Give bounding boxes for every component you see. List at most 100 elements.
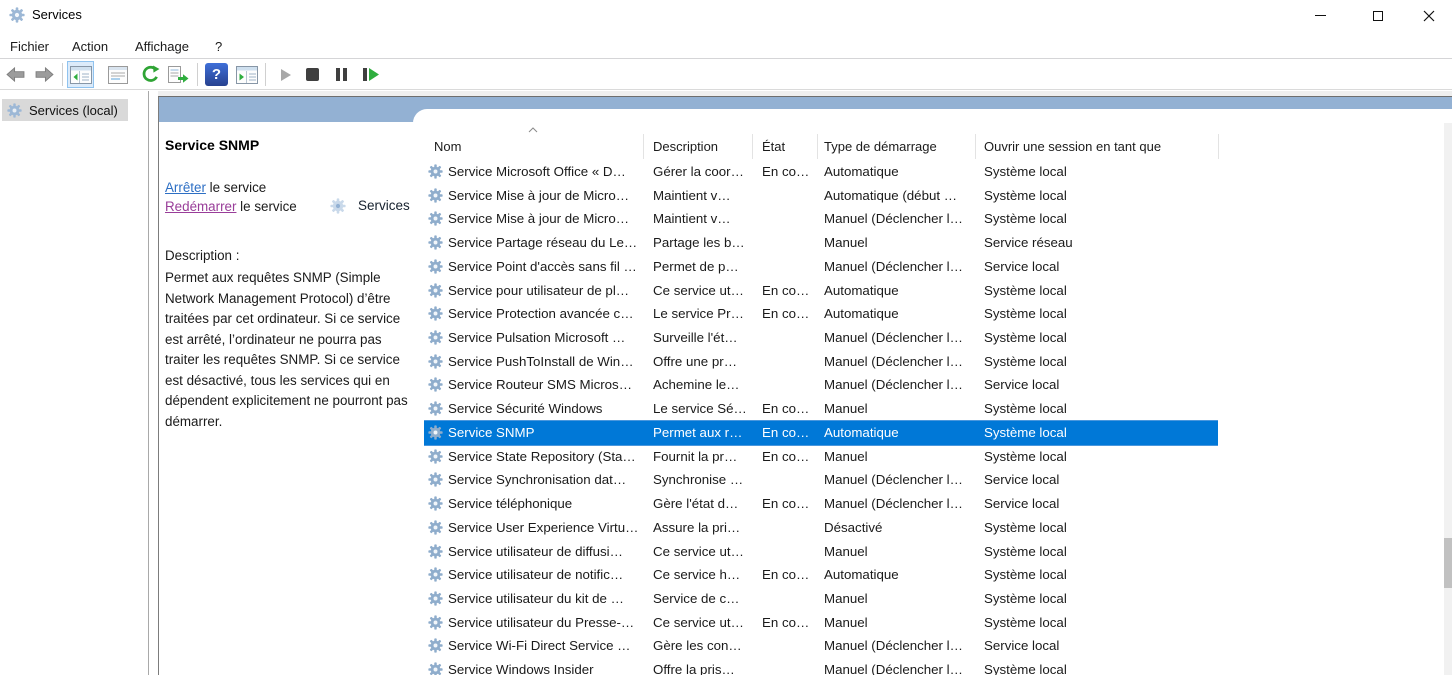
description-label: Description : [165,248,239,263]
table-row[interactable]: Service Wi-Fi Direct Service …Gère les c… [424,634,1218,658]
cell-session: Système local [984,330,1067,345]
services-gear-icon [330,198,346,214]
cell-session: Service local [984,472,1059,487]
table-row[interactable]: Service Protection avancée c…Le service … [424,302,1218,326]
column-header-session[interactable]: Ouvrir une session en tant que [984,139,1161,154]
table-row[interactable]: Service pour utilisateur de pl…Ce servic… [424,279,1218,303]
cell-description: Ce service ut… [653,544,744,559]
table-row[interactable]: Service utilisateur du Presse-…Ce servic… [424,611,1218,635]
restart-icon [363,68,379,81]
table-row[interactable]: Service SNMPPermet aux r…En co…Automatiq… [424,421,1218,445]
table-row[interactable]: Service Windows InsiderOffre la pris…Man… [424,658,1218,675]
table-row[interactable]: Service utilisateur du kit de …Service d… [424,587,1218,611]
restart-service-button[interactable] [357,61,384,88]
cell-type-demarrage: Automatique [824,425,899,440]
table-row[interactable]: Service Microsoft Office « D…Gérer la co… [424,160,1218,184]
service-gear-icon [428,211,443,226]
restart-service-link[interactable]: Redémarrer [165,199,236,214]
table-row[interactable]: Service utilisateur de diffusi…Ce servic… [424,540,1218,564]
back-button[interactable] [2,61,29,88]
forward-button[interactable] [31,61,58,88]
cell-description: Offre une pr… [653,354,737,369]
stop-service-link[interactable]: Arrêter [165,180,206,195]
cell-nom: Service Protection avancée c… [448,306,634,321]
column-resize-handle[interactable] [643,134,644,159]
pause-service-button[interactable] [328,61,355,88]
restart-service-link-line: Redémarrer le service [165,197,297,216]
cell-etat: En co… [762,496,809,511]
cell-session: Système local [984,164,1067,179]
column-resize-handle[interactable] [817,134,818,159]
table-row[interactable]: Service Mise à jour de Micro…Maintient v… [424,207,1218,231]
column-header-type-demarrage[interactable]: Type de démarrage [824,139,937,154]
cell-session: Système local [984,306,1067,321]
cell-type-demarrage: Manuel (Déclencher l… [824,259,963,274]
table-row[interactable]: Service Sécurité WindowsLe service Sé…En… [424,397,1218,421]
table-row[interactable]: Service Routeur SMS Micros…Achemine le…M… [424,373,1218,397]
cell-nom: Service PushToInstall de Win… [448,354,634,369]
tree-item-services-local[interactable]: Services (local) [2,99,128,121]
help-button[interactable]: ? [203,61,230,88]
toolbar-separator [197,63,198,86]
export-list-button[interactable] [165,61,192,88]
service-gear-icon [428,164,443,179]
table-row[interactable]: Service PushToInstall de Win… Offre une p… [424,350,1218,374]
service-table: Service Microsoft Office « D…Gérer la co… [424,160,1218,675]
cell-nom: Service User Experience Virtu… [448,520,638,535]
menu-action[interactable]: Action [68,37,112,56]
refresh-button[interactable] [137,61,164,88]
column-header-description[interactable]: Description [653,139,718,154]
service-gear-icon [428,662,443,675]
properties-button[interactable] [104,61,131,88]
cell-nom: Service Windows Insider [448,662,594,675]
cell-nom: Service State Repository (Sta… [448,449,636,464]
table-row[interactable]: Service Point d'accès sans fil …Permet d… [424,255,1218,279]
service-gear-icon [428,259,443,274]
cell-session: Système local [984,401,1067,416]
restart-link-suffix: le service [236,199,296,214]
cell-type-demarrage: Automatique [824,283,899,298]
table-row[interactable]: Service State Repository (Sta…Fournit la… [424,445,1218,469]
table-row[interactable]: Service Synchronisation dat…Synchronise … [424,468,1218,492]
maximize-button[interactable] [1355,0,1401,31]
service-gear-icon [428,425,443,440]
column-resize-handle[interactable] [1218,134,1219,159]
show-console-tree-button[interactable] [67,61,94,88]
table-row[interactable]: Service Mise à jour de Micro…Maintient v… [424,184,1218,208]
cell-nom: Service Partage réseau du Le… [448,235,637,250]
vertical-scrollbar-thumb[interactable] [1444,538,1452,588]
cell-session: Service local [984,496,1059,511]
cell-session: Système local [984,425,1067,440]
menu-fichier[interactable]: Fichier [6,37,53,56]
vertical-scrollbar-track[interactable] [1444,123,1452,675]
close-button[interactable] [1406,0,1452,31]
minimize-button[interactable] [1297,0,1343,31]
show-action-pane-button[interactable] [233,61,260,88]
cell-nom: Service Point d'accès sans fil … [448,259,637,274]
table-row[interactable]: Service utilisateur de notific…Ce servic… [424,563,1218,587]
cell-type-demarrage: Manuel [824,615,868,630]
service-gear-icon [428,306,443,321]
cell-type-demarrage: Manuel (Déclencher l… [824,472,963,487]
cell-description: Assure la pri… [653,520,740,535]
table-row[interactable]: Service User Experience Virtu… Assure la … [424,516,1218,540]
column-resize-handle[interactable] [975,134,976,159]
cell-description: Ce service h… [653,567,740,582]
column-header-nom[interactable]: Nom [434,139,461,154]
cell-session: Système local [984,188,1067,203]
cell-etat: En co… [762,615,809,630]
table-row[interactable]: Service Pulsation Microsoft …Surveille l… [424,326,1218,350]
column-header-etat[interactable]: État [762,139,785,154]
menu-affichage[interactable]: Affichage [131,37,193,56]
cell-description: Synchronise … [653,472,743,487]
stop-service-button[interactable] [299,61,326,88]
cell-type-demarrage: Désactivé [824,520,882,535]
service-gear-icon [428,449,443,464]
menu-help[interactable]: ? [211,37,226,56]
table-row[interactable]: Service téléphoniqueGère l'état d…En co…… [424,492,1218,516]
start-service-button[interactable] [272,61,299,88]
service-gear-icon [428,638,443,653]
table-row[interactable]: Service Partage réseau du Le…Partage les… [424,231,1218,255]
column-resize-handle[interactable] [752,134,753,159]
cell-etat: En co… [762,401,809,416]
